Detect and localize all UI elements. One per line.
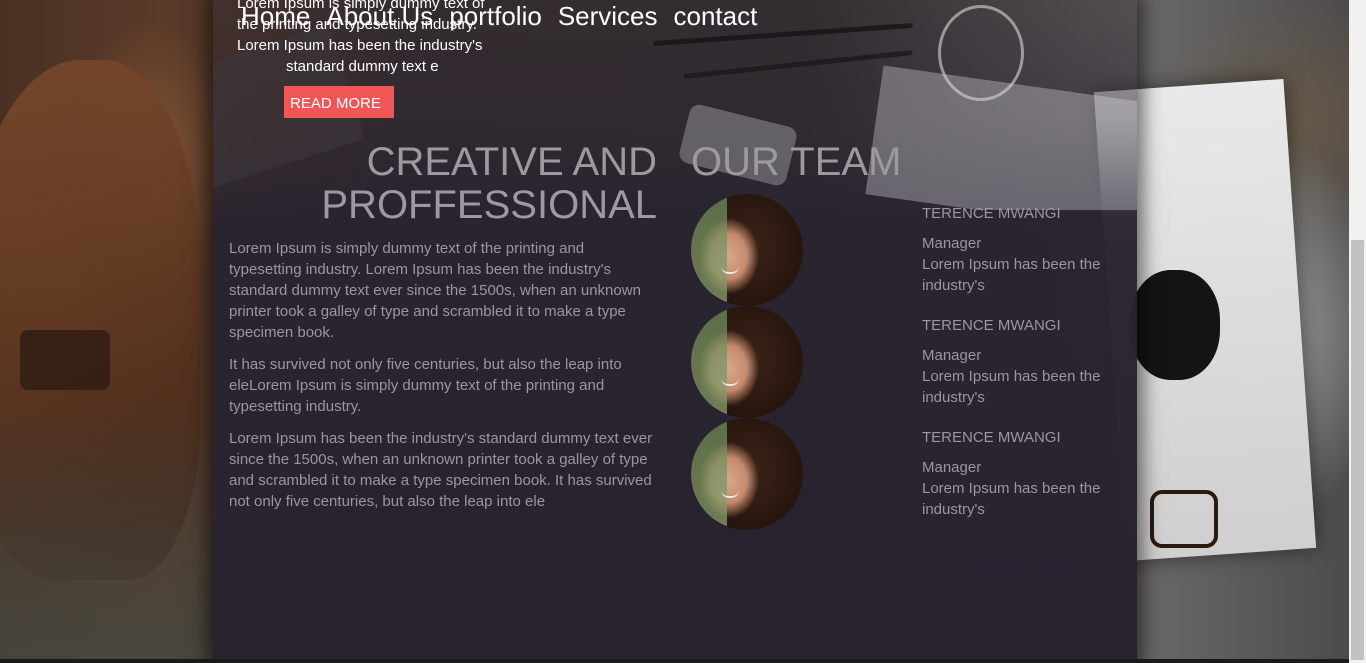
- team-member-description: Lorem Ipsum has been the industry's: [922, 256, 1101, 294]
- team-member-card: TERENCE MWANGI Manager Lorem Ipsum has b…: [922, 427, 1122, 520]
- background-table: [0, 400, 220, 663]
- creative-paragraph: Lorem Ipsum is simply dummy text of the …: [229, 240, 641, 341]
- team-member-name: TERENCE MWANGI: [922, 205, 1061, 222]
- creative-paragraph: It has survived not only five centuries,…: [229, 356, 622, 415]
- team-member-name: TERENCE MWANGI: [922, 317, 1061, 334]
- nav-home-link[interactable]: Home: [241, 1, 310, 32]
- page-bottom-edge: [0, 659, 1349, 663]
- nav-services-link[interactable]: Services: [558, 1, 658, 32]
- nav-portfolio-link[interactable]: portfolio: [449, 1, 542, 32]
- vertical-scrollbar[interactable]: [1349, 0, 1366, 663]
- team-member-description: Lorem Ipsum has been the industry's: [922, 368, 1101, 406]
- hero-line: Lorem Ipsum has been the industry's: [237, 37, 483, 54]
- team-member-avatar: [691, 194, 803, 306]
- creative-title-line1: CREATIVE AND: [366, 140, 657, 184]
- nav-contact-link[interactable]: contact: [674, 1, 758, 32]
- team-member-avatar: [691, 306, 803, 418]
- main-nav: Home About Us portfolio Services contact: [241, 1, 757, 32]
- nav-about-link[interactable]: About Us: [326, 1, 433, 32]
- background-bag-strap: [20, 330, 110, 390]
- creative-section-body: Lorem Ipsum is simply dummy text of the …: [229, 238, 659, 523]
- team-section-title: OUR TEAM: [691, 140, 902, 184]
- team-member-card: TERENCE MWANGI Manager Lorem Ipsum has b…: [922, 315, 1122, 408]
- team-member-card: TERENCE MWANGI Manager Lorem Ipsum has b…: [922, 203, 1122, 296]
- team-member-description: Lorem Ipsum has been the industry's: [922, 480, 1101, 518]
- team-member-name: TERENCE MWANGI: [922, 429, 1061, 446]
- creative-section-title: CREATIVE AND PROFFESSIONAL: [229, 141, 657, 227]
- team-member-role: Manager: [922, 347, 982, 364]
- scrollbar-thumb[interactable]: [1351, 240, 1364, 660]
- background-sunglasses: [1150, 490, 1218, 548]
- creative-title-line2: PROFFESSIONAL: [321, 183, 657, 227]
- read-more-button[interactable]: READ MORE: [284, 86, 394, 118]
- creative-paragraph: Lorem Ipsum has been the industry's stan…: [229, 430, 653, 510]
- team-member-avatar: [691, 418, 803, 530]
- background-hat-image: [1130, 270, 1220, 380]
- team-member-role: Manager: [922, 235, 982, 252]
- hero-line: standard dummy text e: [286, 58, 439, 75]
- team-member-role: Manager: [922, 459, 982, 476]
